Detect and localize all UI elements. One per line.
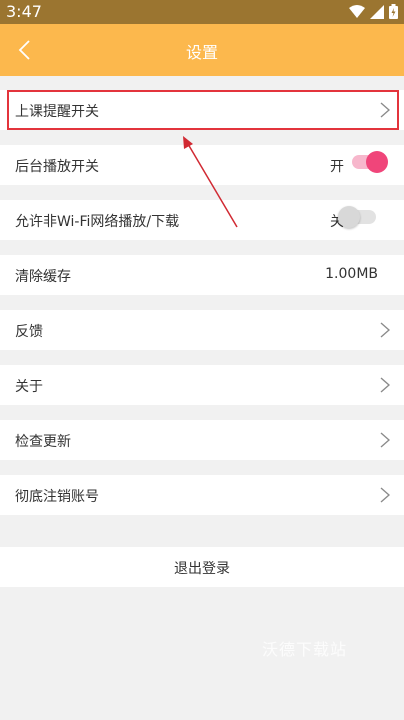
watermark-text: 沃德下载站 — [262, 640, 348, 659]
annotation-arrow — [183, 136, 238, 228]
